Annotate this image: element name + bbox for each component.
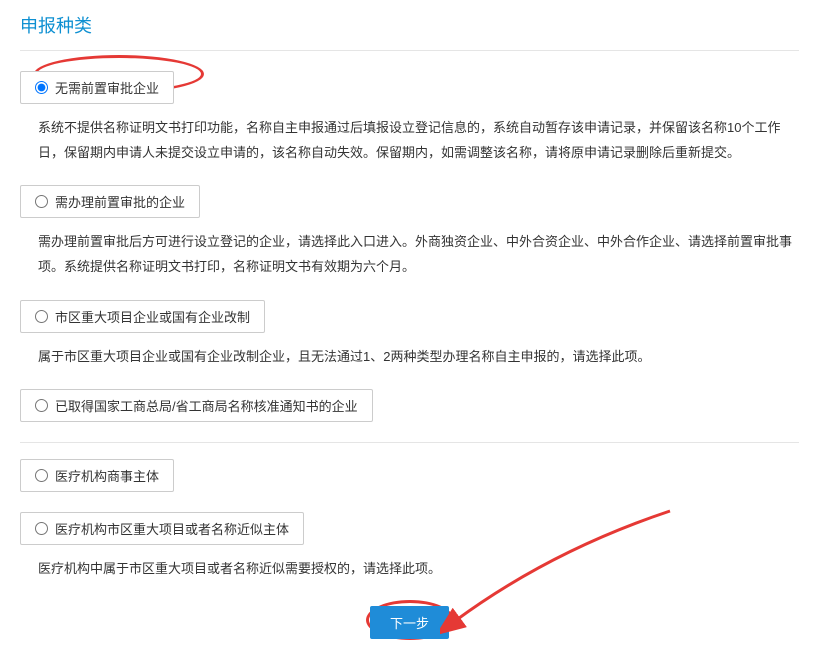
- radio-label-3: 市区重大项目企业或国有企业改制: [55, 307, 250, 326]
- description-6: 医疗机构中属于市区重大项目或者名称近似需要授权的，请选择此项。: [20, 557, 799, 582]
- option-section-4: 已取得国家工商总局/省工商局名称核准通知书的企业: [20, 389, 799, 422]
- radio-input-2[interactable]: [35, 195, 48, 208]
- option-section-5: 医疗机构商事主体: [20, 459, 799, 492]
- radio-option-no-preapproval[interactable]: 无需前置审批企业: [20, 71, 174, 104]
- radio-input-3[interactable]: [35, 310, 48, 323]
- radio-option-name-approved[interactable]: 已取得国家工商总局/省工商局名称核准通知书的企业: [20, 389, 373, 422]
- radio-input-4[interactable]: [35, 399, 48, 412]
- radio-input-6[interactable]: [35, 522, 48, 535]
- radio-label-1: 无需前置审批企业: [55, 78, 159, 97]
- divider: [20, 442, 799, 443]
- radio-label-4: 已取得国家工商总局/省工商局名称核准通知书的企业: [55, 396, 358, 415]
- radio-label-6: 医疗机构市区重大项目或者名称近似主体: [55, 519, 289, 538]
- option-section-6: 医疗机构市区重大项目或者名称近似主体 医疗机构中属于市区重大项目或者名称近似需要…: [20, 512, 799, 582]
- button-wrap: 下一步: [20, 606, 799, 659]
- next-button[interactable]: 下一步: [370, 606, 449, 639]
- description-2: 需办理前置审批后方可进行设立登记的企业，请选择此入口进入。外商独资企业、中外合资…: [20, 230, 799, 279]
- option-section-3: 市区重大项目企业或国有企业改制 属于市区重大项目企业或国有企业改制企业，且无法通…: [20, 300, 799, 370]
- page-title: 申报种类: [20, 0, 799, 51]
- radio-option-medical[interactable]: 医疗机构商事主体: [20, 459, 174, 492]
- radio-option-need-preapproval[interactable]: 需办理前置审批的企业: [20, 185, 200, 218]
- radio-option-medical-major[interactable]: 医疗机构市区重大项目或者名称近似主体: [20, 512, 304, 545]
- radio-input-5[interactable]: [35, 469, 48, 482]
- radio-label-5: 医疗机构商事主体: [55, 466, 159, 485]
- radio-option-major-project[interactable]: 市区重大项目企业或国有企业改制: [20, 300, 265, 333]
- description-1: 系统不提供名称证明文书打印功能，名称自主申报通过后填报设立登记信息的，系统自动暂…: [20, 116, 799, 165]
- radio-label-2: 需办理前置审批的企业: [55, 192, 185, 211]
- description-3: 属于市区重大项目企业或国有企业改制企业，且无法通过1、2两种类型办理名称自主申报…: [20, 345, 799, 370]
- option-section-2: 需办理前置审批的企业 需办理前置审批后方可进行设立登记的企业，请选择此入口进入。…: [20, 185, 799, 279]
- option-section-1: 无需前置审批企业 系统不提供名称证明文书打印功能，名称自主申报通过后填报设立登记…: [20, 71, 799, 165]
- radio-input-1[interactable]: [35, 81, 48, 94]
